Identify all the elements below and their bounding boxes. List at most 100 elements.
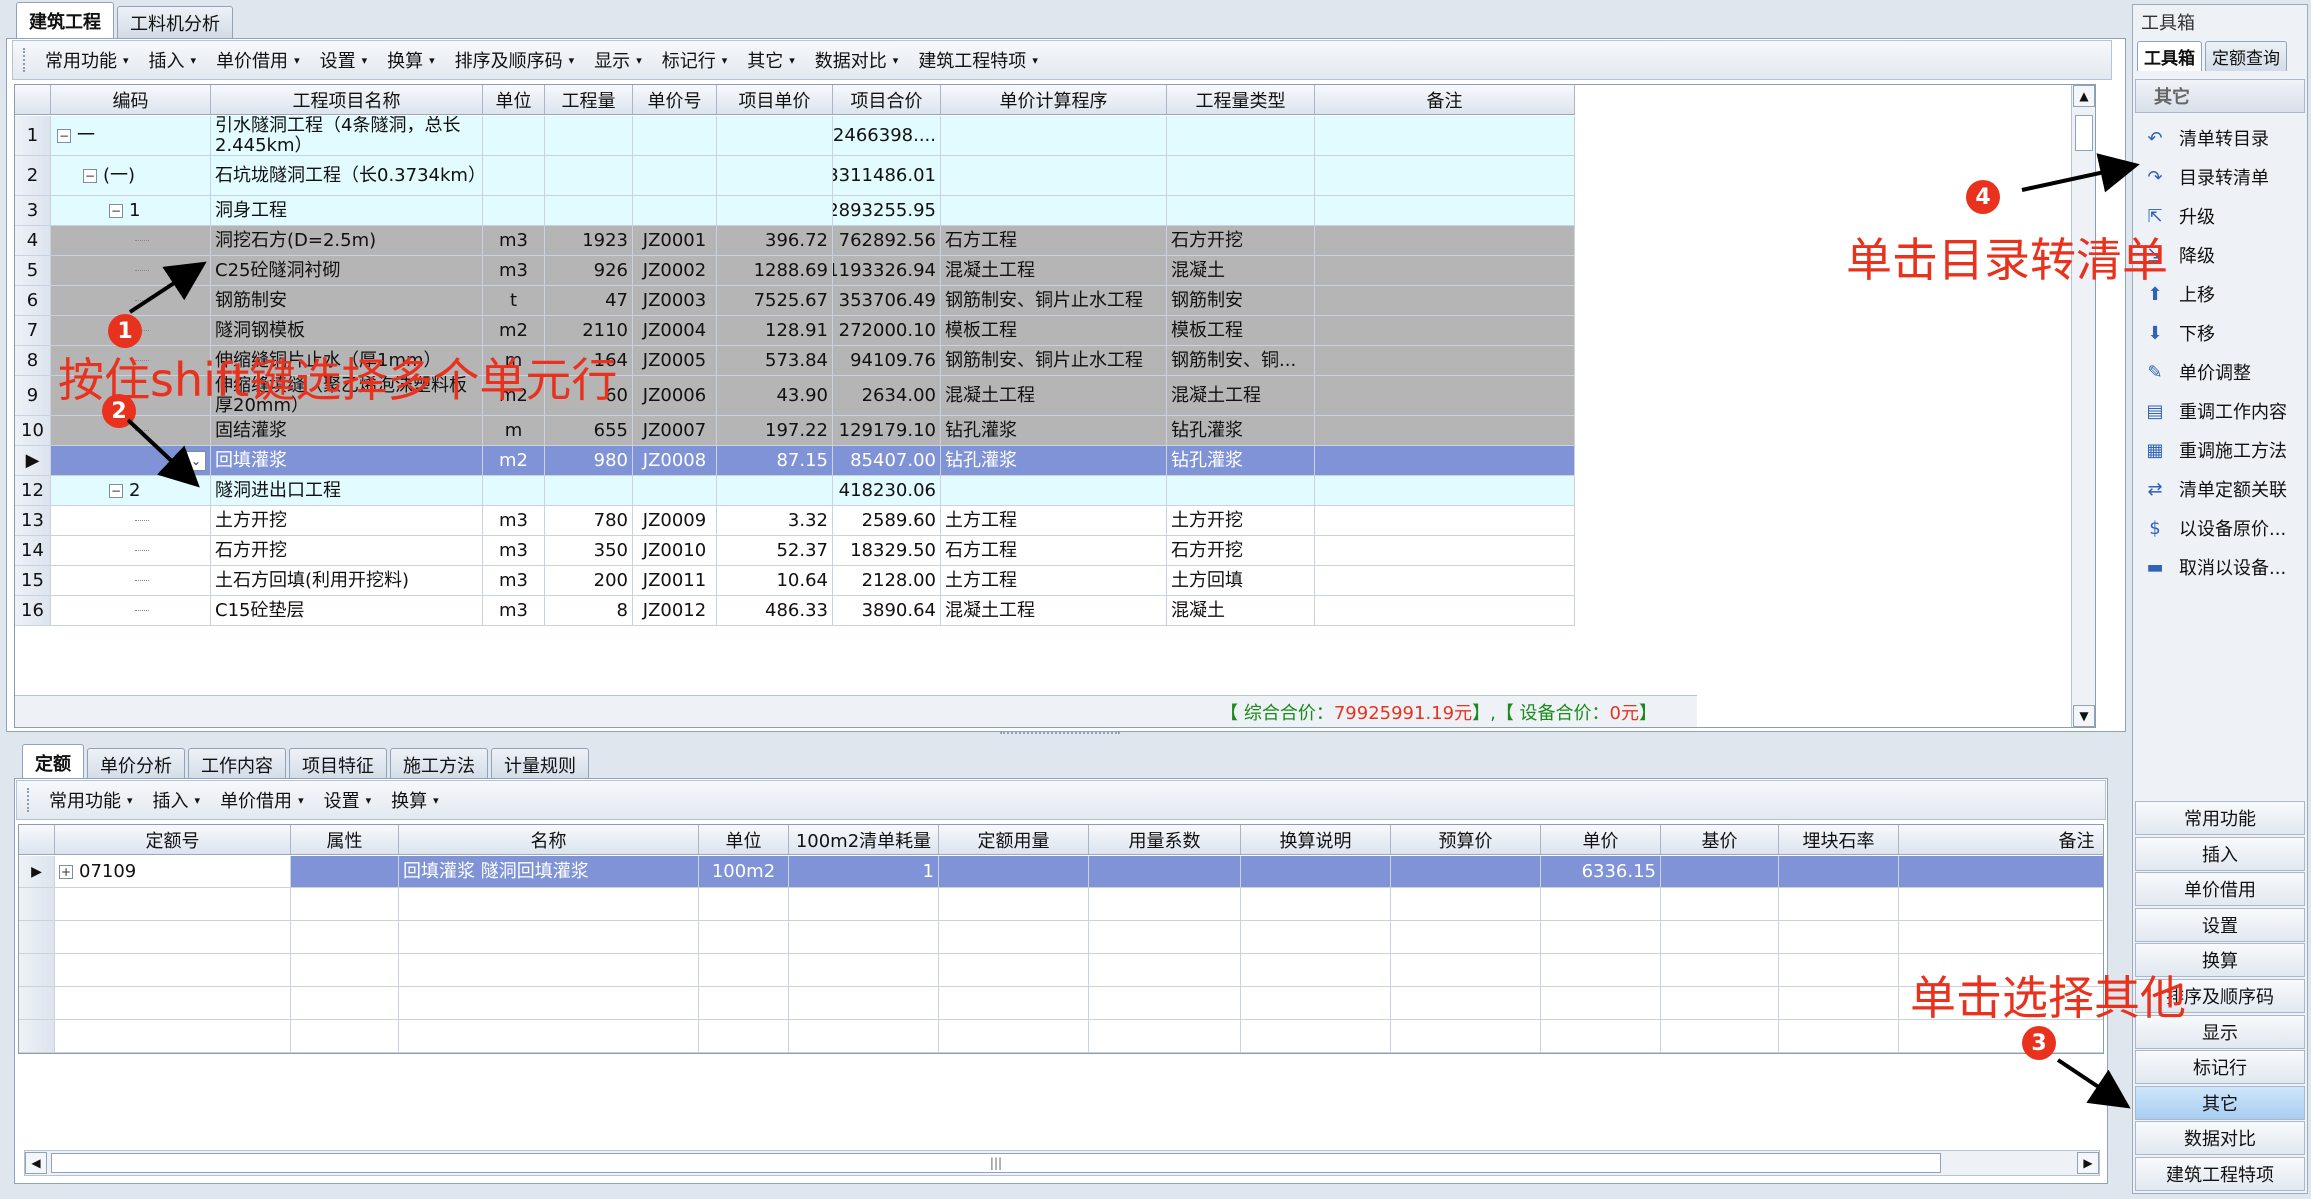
cell-pno[interactable] [633, 156, 717, 195]
column-header[interactable]: 编码 [51, 85, 211, 114]
column-header[interactable]: 项目合价 [833, 85, 941, 114]
row-number[interactable]: 15 [15, 566, 51, 595]
row-indicator[interactable]: ▶ [19, 856, 55, 887]
column-header[interactable]: 属性 [291, 825, 399, 854]
cell-name[interactable]: 土石方回填(利用开挖料) [211, 566, 483, 595]
main-menu-0[interactable]: 常用功能 ▾ [35, 47, 139, 73]
cell-qty[interactable] [545, 476, 633, 505]
column-header[interactable]: 单价 [1541, 825, 1661, 854]
collapse-icon[interactable]: − [83, 168, 97, 183]
cell-total[interactable]: 2634.00 [833, 376, 941, 415]
toolbox-category-2[interactable]: 单价借用 [2135, 872, 2305, 907]
cell-unit[interactable]: m3 [483, 596, 545, 625]
cell-unit[interactable]: t [483, 286, 545, 315]
cell-unit[interactable]: m2 [483, 316, 545, 345]
cell-qty[interactable]: 200 [545, 566, 633, 595]
cell-price[interactable]: 3.32 [717, 506, 833, 535]
toolbar-grip[interactable] [23, 48, 27, 72]
cell-note[interactable] [1315, 316, 1575, 345]
table-row[interactable]: 10 固结灌浆 m 655 JZ0007 197.22 129179.10 钻孔灌浆 钻孔灌浆 [15, 416, 1575, 446]
toolbox-item-0[interactable]: ↶ 清单转目录 [2133, 119, 2303, 157]
column-header[interactable]: 换算说明 [1241, 825, 1391, 854]
quota-horizontal-scrollbar[interactable]: ◀ ||| ▶ [24, 1150, 2100, 1176]
cell-note[interactable] [1315, 116, 1575, 155]
cell-total[interactable]: 353706.49 [833, 286, 941, 315]
toolbox-item-6[interactable]: ✎ 单价调整 [2133, 353, 2303, 391]
toolbox-item-7[interactable]: ▤ 重调工作内容 [2133, 392, 2303, 430]
column-header[interactable] [19, 825, 55, 854]
toolbox-item-8[interactable]: ▦ 重调施工方法 [2133, 431, 2303, 469]
column-header[interactable]: 工程项目名称 [211, 85, 483, 114]
cell-code[interactable]: +07109 [55, 856, 291, 887]
table-row[interactable]: 12−2 隧洞进出口工程 418230.06 [15, 476, 1575, 506]
cell-unit[interactable]: m3 [483, 506, 545, 535]
cell-proc[interactable] [941, 156, 1167, 195]
cell-code[interactable] [51, 226, 211, 255]
cell-qtype[interactable] [1167, 116, 1315, 155]
cell-price[interactable] [717, 156, 833, 195]
cell-price[interactable] [717, 196, 833, 225]
cell-qty[interactable] [939, 856, 1089, 887]
cell-note[interactable] [1315, 446, 1575, 475]
column-header[interactable]: 基价 [1661, 825, 1779, 854]
toolbox-item-9[interactable]: ⇄ 清单定额关联 [2133, 470, 2303, 508]
column-header[interactable]: 单价计算程序 [941, 85, 1167, 114]
row-number[interactable]: 16 [15, 596, 51, 625]
table-row[interactable]: 5 C25砼隧洞衬砌 m3 926 JZ0002 1288.69 1193326.94 混凝土… [15, 256, 1575, 286]
cell-unit[interactable] [483, 156, 545, 195]
cell-code[interactable] [51, 256, 211, 285]
row-number[interactable]: 9 [15, 376, 51, 415]
scroll-thumb[interactable]: ||| [51, 1153, 1941, 1173]
cell-note[interactable] [1315, 376, 1575, 415]
cell-qty[interactable]: 780 [545, 506, 633, 535]
row-number[interactable]: 3 [15, 196, 51, 225]
cell-pno[interactable] [633, 476, 717, 505]
cell-name[interactable]: C25砼隧洞衬砌 [211, 256, 483, 285]
cell-base[interactable] [1661, 856, 1779, 887]
row-number[interactable]: 2 [15, 156, 51, 195]
cell-note[interactable] [1315, 596, 1575, 625]
cell-pno[interactable]: JZ0004 [633, 316, 717, 345]
cell-unit[interactable]: m3 [483, 226, 545, 255]
table-row[interactable]: 2− (一) 石坑垅隧洞工程（长0.3734km） 3311486.01 [15, 156, 1575, 196]
cell-total[interactable]: 22466398.... [833, 116, 941, 155]
column-header[interactable]: 工程量类型 [1167, 85, 1315, 114]
cell-total[interactable]: 94109.76 [833, 346, 941, 375]
cell-name[interactable]: 洞挖石方(D=2.5m) [211, 226, 483, 255]
column-header[interactable]: 项目单价 [717, 85, 833, 114]
cell-note[interactable] [1315, 416, 1575, 445]
cell-qty[interactable]: 655 [545, 416, 633, 445]
cell-name[interactable]: 回填灌浆 [211, 446, 483, 475]
cell-name[interactable]: 石方开挖 [211, 536, 483, 565]
cell-qty[interactable]: 980 [545, 446, 633, 475]
cell-proc[interactable]: 钻孔灌浆 [941, 416, 1167, 445]
cell-qtype[interactable]: 石方开挖 [1167, 226, 1315, 255]
main-menu-7[interactable]: 标记行 ▾ [652, 47, 738, 73]
cell-pno[interactable] [633, 116, 717, 155]
cell-proc[interactable]: 土方工程 [941, 566, 1167, 595]
cell-pno[interactable]: JZ0001 [633, 226, 717, 255]
cell-budget[interactable] [1391, 856, 1541, 887]
bottom-tab-5[interactable]: 计量规则 [491, 748, 589, 780]
cell-unit[interactable]: m3 [483, 256, 545, 285]
cell-unit[interactable] [483, 196, 545, 225]
cell-qtype[interactable]: 钢筋制安、铜... [1167, 346, 1315, 375]
cell-proc[interactable]: 石方工程 [941, 536, 1167, 565]
toolbox-item-11[interactable]: ▬ 取消以设备... [2133, 548, 2303, 586]
cell-note[interactable] [1315, 156, 1575, 195]
column-header[interactable]: 预算价 [1391, 825, 1541, 854]
cell-pno[interactable]: JZ0002 [633, 256, 717, 285]
column-header[interactable]: 100m2清单耗量 [789, 825, 939, 854]
column-header[interactable]: 用量系数 [1089, 825, 1241, 854]
row-number[interactable]: 8 [15, 346, 51, 375]
cell-pno[interactable]: JZ0011 [633, 566, 717, 595]
column-header[interactable]: 单位 [699, 825, 789, 854]
cell-qty[interactable]: 2110 [545, 316, 633, 345]
row-number[interactable]: 13 [15, 506, 51, 535]
cell-qtype[interactable]: 混凝土 [1167, 256, 1315, 285]
cell-total[interactable]: 18329.50 [833, 536, 941, 565]
cell-qty[interactable]: 350 [545, 536, 633, 565]
cell-proc[interactable] [941, 116, 1167, 155]
main-menu-5[interactable]: 排序及顺序码 ▾ [445, 47, 585, 73]
main-menu-9[interactable]: 数据对比 ▾ [805, 47, 909, 73]
